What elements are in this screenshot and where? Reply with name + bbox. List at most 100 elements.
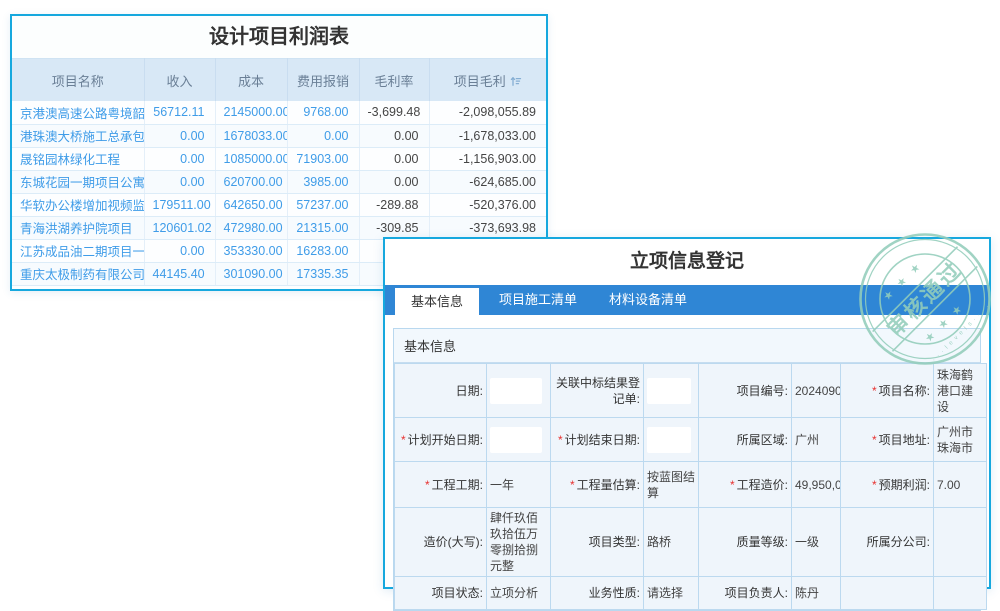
- income-cell: 120601.02: [144, 216, 215, 239]
- field-input-cell[interactable]: [644, 418, 699, 462]
- empty-input-field[interactable]: [490, 427, 542, 453]
- field-value-cell[interactable]: 按蓝图结算: [644, 462, 699, 508]
- income-cell: 0.00: [144, 147, 215, 170]
- project-name-link[interactable]: 江苏成品油二期项目一标段: [12, 239, 144, 262]
- field-label: 所属区域:: [699, 418, 792, 462]
- field-input-cell[interactable]: [487, 418, 551, 462]
- stamp-text: 审核通过: [883, 257, 968, 342]
- field-label: 项目类型:: [551, 508, 644, 577]
- cost-cell: 1085000.00: [215, 147, 287, 170]
- income-cell: 0.00: [144, 170, 215, 193]
- sort-icon[interactable]: [510, 75, 522, 90]
- profit-cell: -1,156,903.00: [429, 147, 546, 170]
- expense-cell: 9768.00: [287, 101, 359, 124]
- empty-input-field[interactable]: [647, 427, 691, 453]
- field-value-cell[interactable]: 肆仟玖佰玖拾伍万零捌拾捌元整: [487, 508, 551, 577]
- cost-cell: 1678033.00: [215, 124, 287, 147]
- field-value-cell[interactable]: 路桥: [644, 508, 699, 577]
- expense-cell: 57237.00: [287, 193, 359, 216]
- field-label: *项目名称:: [841, 364, 934, 418]
- field-value-cell: [934, 577, 987, 610]
- tab-basic-info[interactable]: 基本信息: [395, 288, 479, 315]
- field-value-cell[interactable]: 2024090007: [792, 364, 841, 418]
- required-star: *: [872, 478, 877, 492]
- field-label: *计划开始日期:: [395, 418, 487, 462]
- approval-stamp: 审核通过 ★★★ ★★★ ····levels····: [856, 230, 994, 368]
- field-label: 所属分公司:: [841, 508, 934, 577]
- tab-construction-list[interactable]: 项目施工清单: [483, 285, 593, 315]
- field-label: 关联中标结果登记单:: [551, 364, 644, 418]
- field-input-cell[interactable]: [487, 364, 551, 418]
- field-value-cell[interactable]: 一级: [792, 508, 841, 577]
- field-input-cell[interactable]: [644, 364, 699, 418]
- profit-cell: -1,678,033.00: [429, 124, 546, 147]
- tab-material-equipment-list[interactable]: 材料设备清单: [593, 285, 703, 315]
- field-label: 项目状态:: [395, 577, 487, 610]
- form-row: *计划开始日期: *计划结束日期: 所属区域:广州*项目地址:广州市珠海市: [395, 418, 987, 462]
- field-label: 项目负责人:: [699, 577, 792, 610]
- basic-info-section: 基本信息 日期:关联中标结果登记单:项目编号:2024090007*项目名称:珠…: [393, 328, 981, 611]
- project-name-link[interactable]: 重庆太极制药有限公司亳州: [12, 262, 144, 285]
- field-value-cell: [934, 508, 987, 577]
- table-row: 东城花园一期项目公寓大堂0.00620700.003985.000.00-624…: [12, 170, 546, 193]
- expense-cell: 17335.35: [287, 262, 359, 285]
- column-header-cost[interactable]: 成本: [215, 59, 287, 102]
- profit-cell: -2,098,055.89: [429, 101, 546, 124]
- field-value-cell[interactable]: 珠海鹤港口建设: [934, 364, 987, 418]
- profit-cell: -520,376.00: [429, 193, 546, 216]
- column-header-income[interactable]: 收入: [144, 59, 215, 102]
- column-header-project-name[interactable]: 项目名称: [12, 59, 144, 102]
- required-star: *: [558, 433, 563, 447]
- required-star: *: [872, 384, 877, 398]
- field-label: 质量等级:: [699, 508, 792, 577]
- cost-cell: 2145000.00: [215, 101, 287, 124]
- required-star: *: [730, 478, 735, 492]
- field-value-cell[interactable]: 请选择: [644, 577, 699, 610]
- field-label: 日期:: [395, 364, 487, 418]
- form-row: 项目状态:立项分析业务性质:请选择项目负责人:陈丹: [395, 577, 987, 610]
- required-star: *: [425, 478, 430, 492]
- field-label: *项目地址:: [841, 418, 934, 462]
- empty-input-field[interactable]: [490, 378, 542, 404]
- profit-table-title: 设计项目利润表: [12, 16, 546, 58]
- table-row: 京港澳高速公路粤境韶关至56712.112145000.009768.00-3,…: [12, 101, 546, 124]
- profit-cell: -624,685.00: [429, 170, 546, 193]
- cost-cell: 353330.00: [215, 239, 287, 262]
- expense-cell: 3985.00: [287, 170, 359, 193]
- field-value-cell[interactable]: 立项分析: [487, 577, 551, 610]
- income-cell: 44145.40: [144, 262, 215, 285]
- expense-cell: 16283.00: [287, 239, 359, 262]
- project-name-link[interactable]: 华软办公楼增加视频监控项: [12, 193, 144, 216]
- field-label: *工程工期:: [395, 462, 487, 508]
- project-name-link[interactable]: 东城花园一期项目公寓大堂: [12, 170, 144, 193]
- cost-cell: 620700.00: [215, 170, 287, 193]
- project-name-link[interactable]: 港珠澳大桥施工总承包项目: [12, 124, 144, 147]
- expense-cell: 0.00: [287, 124, 359, 147]
- field-label: 造价(大写):: [395, 508, 487, 577]
- column-header-margin[interactable]: 毛利率: [359, 59, 429, 102]
- field-label: *工程造价:: [699, 462, 792, 508]
- income-cell: 179511.00: [144, 193, 215, 216]
- form-row: *工程工期:一年*工程量估算:按蓝图结算*工程造价:49,950,088.00 *…: [395, 462, 987, 508]
- profit-cell: -373,693.98: [429, 216, 546, 239]
- field-value-cell[interactable]: 49,950,088.00: [792, 462, 841, 508]
- profit-table-header-row: 项目名称 收入 成本 费用报销 毛利率 项目毛利: [12, 59, 546, 102]
- margin-cell: 0.00: [359, 170, 429, 193]
- field-value-cell[interactable]: 广州市珠海市: [934, 418, 987, 462]
- field-value-cell[interactable]: 陈丹: [792, 577, 841, 610]
- income-cell: 0.00: [144, 239, 215, 262]
- field-value-cell[interactable]: 7.00: [934, 462, 987, 508]
- project-name-link[interactable]: 京港澳高速公路粤境韶关至: [12, 101, 144, 124]
- project-name-link[interactable]: 晟铭园林绿化工程: [12, 147, 144, 170]
- empty-input-field[interactable]: [647, 378, 691, 404]
- required-star: *: [570, 478, 575, 492]
- form-row: 日期:关联中标结果登记单:项目编号:2024090007*项目名称:珠海鹤港口建…: [395, 364, 987, 418]
- project-name-link[interactable]: 青海洪湖养护院项目: [12, 216, 144, 239]
- field-value-cell[interactable]: 一年: [487, 462, 551, 508]
- table-row: 晟铭园林绿化工程0.001085000.0071903.000.00-1,156…: [12, 147, 546, 170]
- field-label: *工程量估算:: [551, 462, 644, 508]
- column-header-profit[interactable]: 项目毛利: [429, 59, 546, 102]
- column-header-expense[interactable]: 费用报销: [287, 59, 359, 102]
- field-value-cell[interactable]: 广州: [792, 418, 841, 462]
- field-label: *计划结束日期:: [551, 418, 644, 462]
